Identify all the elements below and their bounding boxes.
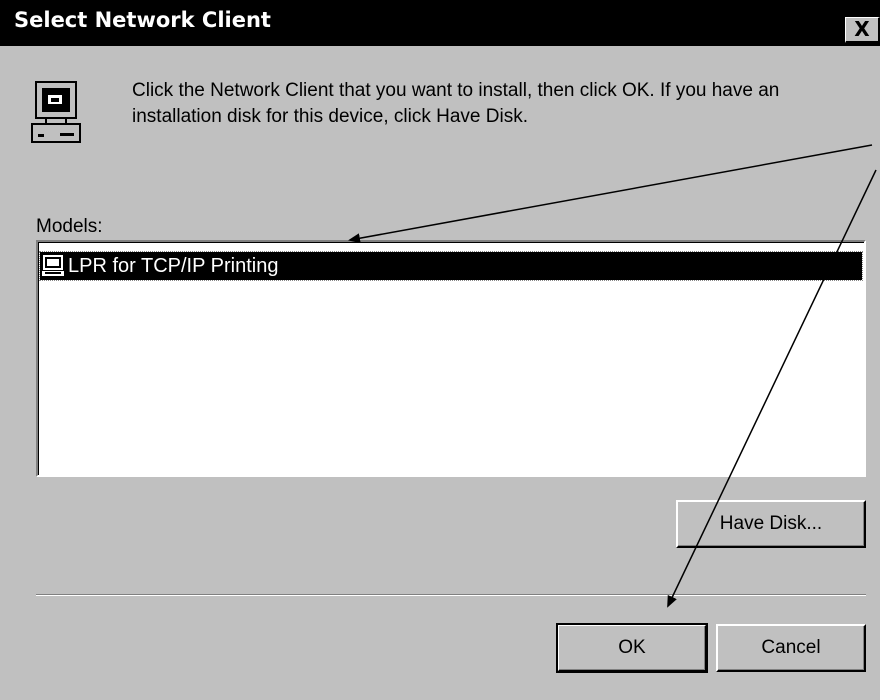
list-item-lpr-tcp-ip-printing[interactable]: LPR for TCP/IP Printing — [39, 251, 863, 281]
window-title: Select Network Client — [14, 8, 271, 32]
models-label: Models: — [36, 216, 103, 237]
close-button[interactable]: X — [845, 17, 880, 43]
cancel-button[interactable]: Cancel — [716, 624, 866, 672]
list-item-label: LPR for TCP/IP Printing — [68, 255, 279, 277]
select-network-client-dialog: Select Network Client X Click the Networ… — [0, 0, 880, 700]
ok-button[interactable]: OK — [556, 623, 708, 673]
computer-icon — [31, 81, 81, 143]
title-bar[interactable]: Select Network Client X — [0, 0, 880, 46]
close-icon: X — [854, 17, 870, 41]
separator — [36, 594, 866, 596]
have-disk-button[interactable]: Have Disk... — [676, 500, 866, 548]
models-listbox[interactable]: LPR for TCP/IP Printing — [36, 240, 866, 477]
instructions-text: Click the Network Client that you want t… — [132, 80, 780, 127]
network-computer-icon — [42, 255, 64, 276]
